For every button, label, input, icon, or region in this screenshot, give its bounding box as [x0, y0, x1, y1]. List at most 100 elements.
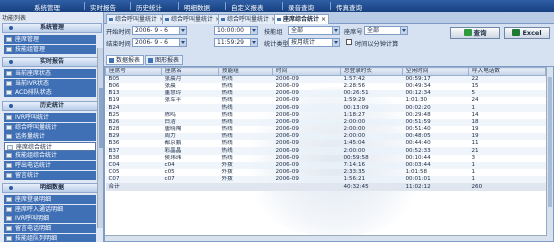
sidebar-item[interactable]: IVR呼叫明细 — [4, 214, 96, 224]
total-cell: 合计 — [105, 183, 162, 191]
table-row[interactable]: B06 张晨 热线 2006-09 2:28:56 00:49:34 15 — [106, 83, 546, 90]
sidebar-item[interactable]: 综合呼叫量统计 — [4, 122, 96, 132]
table-row[interactable]: B28 唐晓陶 热线 2006-09 2:00:00 00:51:40 19 — [106, 126, 546, 133]
menu-item[interactable]: 自定义报表 — [231, 2, 264, 12]
agent-select[interactable]: 全部 — [364, 26, 408, 35]
sidebar-item-label: IVR呼叫明细 — [15, 215, 50, 223]
sidebar-item[interactable]: 话务量统计 — [4, 132, 96, 142]
sidebar-item[interactable]: 呼出电话统计 — [4, 161, 96, 170]
menu-item[interactable]: 历史统计 — [136, 2, 162, 12]
chevron-down-icon[interactable] — [179, 39, 186, 46]
column-header[interactable]: 座席名 — [161, 67, 219, 76]
table-row[interactable]: B19 张军平 热线 2006-09 1:59:29 1:01:30 24 — [106, 97, 546, 104]
sidebar-group[interactable]: 明细数据 — [2, 183, 102, 194]
tab-report[interactable]: 综合呼叫量统计× — [218, 14, 280, 24]
sidebar-item[interactable]: 技能组管理 — [4, 44, 96, 54]
table-cell: 2006-09 — [275, 133, 299, 140]
menu-item[interactable]: 录音查询 — [288, 2, 314, 12]
chevron-down-icon[interactable] — [332, 39, 339, 46]
table-cell: 00:51:40 — [405, 126, 431, 133]
main-panel: 综合呼叫量统计×综合呼叫量统计×综合呼叫量统计×座席综合统计× 开始时间 200… — [104, 12, 554, 242]
table-row[interactable]: B24 热线 2006-09 00:13:09 00:02:20 1 — [105, 104, 546, 112]
start-date-field[interactable]: 2006- 9 - 6 — [132, 26, 187, 35]
chevron-down-icon[interactable] — [179, 27, 186, 34]
table-row[interactable]: B13 董慧玲 热线 2006-09 00:26:51 00:12:34 5 — [105, 89, 546, 98]
tab-chart-report[interactable]: 图形报表 — [145, 55, 183, 65]
table-row[interactable]: B26 白洁 热线 2006-09 2:00:00 00:51:59 18 — [105, 118, 546, 126]
column-header[interactable]: 总登录时长 — [340, 67, 403, 76]
sidebar-scrollbar[interactable] — [97, 48, 103, 228]
menu-item[interactable]: 传真查询 — [336, 2, 362, 12]
sidebar-group[interactable]: 系统管理 — [2, 23, 102, 33]
chevron-down-icon[interactable] — [400, 27, 407, 34]
end-date-field[interactable]: 2006- 9 - 6 — [132, 38, 187, 47]
sidebar-group[interactable]: 历史统计 — [2, 101, 102, 111]
table-cell: 白洁 — [164, 118, 176, 125]
query-button[interactable]: 查询 — [450, 27, 500, 39]
total-row: 合计 40:32:45 11:02:12 260 — [105, 183, 546, 191]
close-icon[interactable]: × — [321, 16, 326, 23]
table-cell: 2:33:35 — [343, 169, 366, 176]
table-row[interactable]: B05 张晨月 热线 2006-09 1:57:42 00:59:17 22 — [105, 75, 546, 83]
sidebar-item[interactable]: IVR呼叫统计 — [4, 113, 96, 122]
end-clock-field[interactable]: 11:59:29 — [214, 38, 258, 47]
sidebar-item[interactable]: 当前IVR状态 — [4, 78, 96, 88]
table-cell: 张晨月 — [164, 76, 182, 82]
vertical-scrollbar[interactable] — [546, 67, 553, 241]
spin-icon[interactable] — [250, 39, 257, 46]
table-cell: 2006-09 — [275, 76, 299, 82]
minutes-checkbox[interactable] — [346, 39, 352, 45]
report-icon — [6, 206, 12, 212]
menu-item[interactable]: 实时报告 — [90, 2, 116, 12]
tab-data-report[interactable]: 数据报表 — [106, 55, 144, 65]
menu-separator — [225, 2, 226, 10]
table-cell: 1:18:27 — [343, 111, 366, 118]
sidebar-item[interactable]: 当前座席状态 — [4, 69, 96, 79]
table-row[interactable]: B36 都京鹏 热线 2006-09 1:45:04 00:44:40 11 — [106, 140, 546, 147]
sidebar-item[interactable]: ACD排队状态 — [4, 88, 96, 98]
table-row[interactable]: C07 c07 外拨 2006-09 1:56:21 00:01:01 1 — [105, 176, 546, 184]
spin-icon[interactable] — [250, 27, 257, 34]
menu-item[interactable]: 系统管理 — [34, 2, 60, 12]
table-cell: 热线 — [221, 133, 233, 140]
table-cell: 热线 — [221, 147, 233, 154]
table-row[interactable]: B25 陈鸣 热线 2006-09 1:18:27 00:29:48 14 — [106, 112, 546, 119]
table-row[interactable]: C04 c04 外拨 2006-09 7:14:16 00:03:44 1 — [105, 161, 546, 170]
column-header[interactable]: 时间 — [272, 67, 341, 76]
sidebar-item[interactable]: 座席呼入通话明细 — [4, 204, 96, 214]
table-cell: 22 — [471, 76, 479, 82]
stat-type-select[interactable]: 按月统计 — [288, 38, 340, 47]
column-header[interactable]: 座席号 — [105, 67, 162, 76]
skill-group-select[interactable]: 全部 — [288, 26, 340, 35]
column-header[interactable]: 空闲时间 — [402, 67, 469, 76]
table-cell: 00:59:17 — [405, 76, 431, 82]
tab-report[interactable]: 综合呼叫量统计× — [162, 14, 224, 24]
sidebar-item[interactable]: 技能组综合统计 — [4, 151, 96, 161]
sidebar-group[interactable]: 实时报告 — [2, 57, 102, 68]
table-cell: B19 — [108, 97, 120, 104]
table-cell: 外拨 — [221, 162, 233, 169]
chevron-down-icon[interactable] — [332, 27, 339, 34]
excel-export-button[interactable]: Excel — [504, 27, 550, 39]
sidebar-item[interactable]: 座席综合统计 — [4, 141, 96, 151]
tab-report[interactable]: 座席综合统计 × — [274, 14, 330, 24]
sidebar-item[interactable]: 座席登录明细 — [4, 195, 96, 205]
table-row[interactable]: B38 侯玮玮 热线 2006-09 00:59:58 00:10:44 3 — [106, 155, 546, 162]
menu-item[interactable]: 明细数据 — [184, 2, 210, 12]
table-row[interactable]: B37 彩晶晶 热线 2006-09 2:00:00 00:52:33 21 — [105, 147, 546, 155]
sidebar-item-label: 留言电话明细 — [15, 225, 52, 232]
horizontal-scrollbar[interactable] — [105, 235, 547, 241]
table-row[interactable]: C05 c05 外拨 2006-09 2:33:35 1:01:58 1 — [106, 169, 546, 176]
tab-report[interactable]: 综合呼叫量统计× — [106, 14, 168, 24]
start-clock-field[interactable]: 10:00:00 — [214, 26, 258, 35]
table-row[interactable]: B29 周力 热线 2006-09 2:00:00 00:48:05 19 — [105, 133, 546, 141]
column-header[interactable]: 呼入电话数 — [468, 67, 546, 76]
column-header[interactable]: 技能组 — [218, 67, 273, 76]
sidebar-item-label: 座席综合统计 — [16, 143, 53, 151]
sidebar-item[interactable]: 留言电话明细 — [4, 224, 96, 233]
sidebar-item[interactable]: 留言统计 — [4, 170, 96, 180]
sidebar-item[interactable]: 座席管理 — [4, 35, 96, 44]
table-cell: 陈鸣 — [164, 111, 176, 118]
sidebar-item[interactable]: 技能组队列明细 — [4, 233, 96, 242]
sidebar-item-label: ACD排队状态 — [15, 89, 52, 97]
